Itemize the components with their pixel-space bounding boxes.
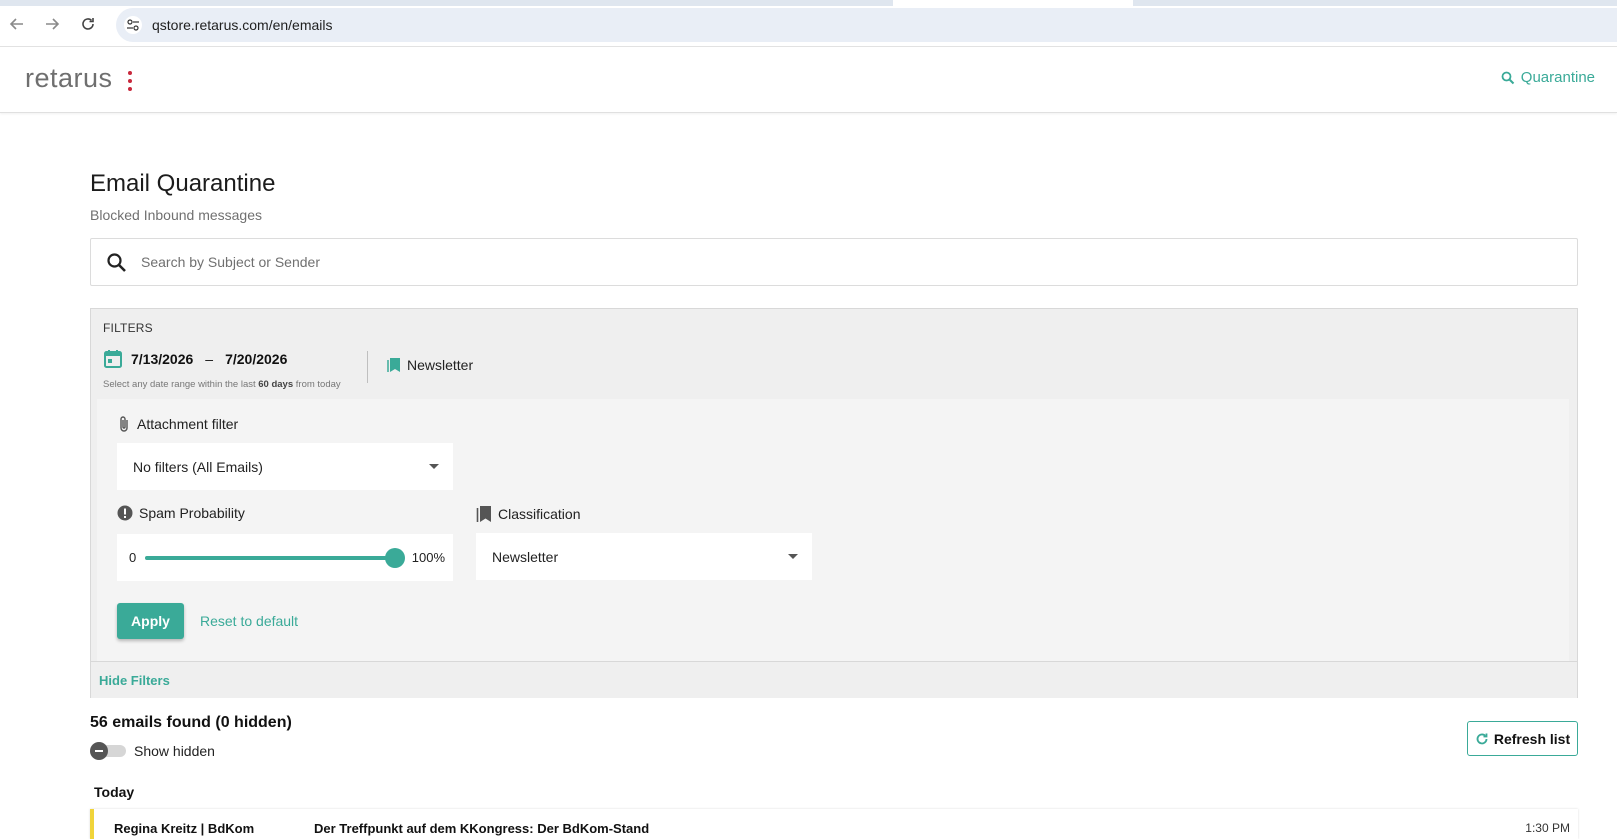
- show-hidden-row: Show hidden: [90, 742, 215, 760]
- arrow-left-icon: [9, 18, 23, 30]
- filters-footer: Hide Filters: [91, 661, 1577, 698]
- show-hidden-toggle[interactable]: [90, 742, 126, 760]
- email-list-item[interactable]: Regina Kreitz | BdKom Der Treffpunkt auf…: [90, 809, 1578, 839]
- search-box: [90, 238, 1578, 286]
- show-hidden-label: Show hidden: [134, 743, 215, 759]
- filter-panel: Attachment filter No filters (All Emails…: [97, 399, 1569, 661]
- toggle-minus-icon: [90, 742, 108, 760]
- spam-probability-box: 0 100%: [117, 534, 453, 581]
- reload-button[interactable]: [76, 12, 100, 36]
- date-hint-suffix: from today: [295, 379, 341, 390]
- page-title: Email Quarantine: [90, 170, 276, 197]
- spam-slider-track[interactable]: [145, 548, 405, 568]
- email-time: 1:30 PM: [1525, 821, 1570, 835]
- search-input[interactable]: [141, 239, 1561, 285]
- retarus-logo[interactable]: retarus: [25, 63, 113, 94]
- classification-text: Classification: [498, 506, 581, 522]
- arrow-right-icon: [46, 18, 60, 30]
- results-summary: 56 emails found (0 hidden): [90, 714, 292, 731]
- search-icon: [1501, 71, 1514, 84]
- paperclip-icon: [120, 416, 128, 432]
- apply-button[interactable]: Apply: [117, 603, 184, 639]
- caret-down-icon: [788, 554, 798, 559]
- date-to[interactable]: 7/20/2026: [225, 351, 287, 367]
- back-button[interactable]: [5, 12, 29, 36]
- spam-probability-label: Spam Probability: [117, 505, 245, 521]
- tab-strip: [0, 0, 1617, 6]
- browser-toolbar: qstore.retarus.com/en/emails: [0, 0, 1617, 47]
- refresh-list-button[interactable]: Refresh list: [1467, 721, 1578, 756]
- classification-label: Classification: [476, 505, 580, 523]
- nav-quarantine-link[interactable]: Quarantine: [1501, 69, 1595, 86]
- nav-quarantine-label: Quarantine: [1520, 69, 1595, 86]
- attachment-filter-label: Attachment filter: [117, 415, 238, 433]
- logo-dots-icon: [128, 71, 132, 93]
- filters-section: FILTERS 7/13/2026 – 7/20/2026 Select any…: [90, 308, 1578, 698]
- reload-icon: [82, 18, 94, 30]
- date-hint-days: 60 days: [258, 379, 294, 390]
- spam-probability-text: Spam Probability: [139, 505, 245, 521]
- date-separator: –: [205, 351, 214, 367]
- reset-to-default-link[interactable]: Reset to default: [200, 613, 298, 629]
- url-text[interactable]: qstore.retarus.com/en/emails: [152, 17, 333, 33]
- search-icon: [107, 253, 126, 272]
- page-subtitle: Blocked Inbound messages: [90, 207, 262, 223]
- date-range-hint: Select any date range within the last 60…: [103, 379, 341, 390]
- date-range-picker[interactable]: 7/13/2026 – 7/20/2026: [103, 349, 287, 369]
- bookmark-icon: [387, 358, 400, 372]
- attachment-filter-select[interactable]: No filters (All Emails): [117, 443, 453, 490]
- filter-divider: [367, 351, 368, 383]
- date-from[interactable]: 7/13/2026: [131, 351, 193, 367]
- classification-select[interactable]: Newsletter: [476, 533, 812, 580]
- address-bar[interactable]: qstore.retarus.com/en/emails: [116, 8, 1617, 42]
- caret-down-icon: [429, 464, 439, 469]
- attachment-filter-value: No filters (All Emails): [133, 458, 263, 475]
- bookmark-icon: [476, 506, 491, 522]
- forward-button[interactable]: [40, 12, 64, 36]
- filters-heading: FILTERS: [103, 321, 153, 335]
- alert-circle-icon: [117, 505, 133, 521]
- active-filter-chip[interactable]: Newsletter: [387, 357, 473, 373]
- attachment-filter-text: Attachment filter: [137, 416, 239, 432]
- spam-slider-thumb[interactable]: [385, 548, 405, 568]
- classification-value: Newsletter: [492, 548, 559, 565]
- spam-slider-fill: [145, 556, 395, 560]
- refresh-list-label: Refresh list: [1493, 730, 1571, 747]
- email-group-heading: Today: [94, 784, 135, 800]
- hide-filters-link[interactable]: Hide Filters: [99, 673, 170, 688]
- refresh-icon: [1476, 733, 1488, 744]
- active-filter-chip-label: Newsletter: [407, 357, 474, 373]
- date-hint-prefix: Select any date range within the last: [103, 379, 256, 390]
- site-info-icon[interactable]: [124, 16, 142, 34]
- spam-max-label: 100%: [411, 550, 445, 565]
- calendar-icon: [104, 350, 122, 368]
- tab-strip-gap: [893, 0, 1133, 6]
- spam-min-label: 0: [129, 550, 137, 565]
- app-header: retarus Quarantine: [0, 47, 1617, 113]
